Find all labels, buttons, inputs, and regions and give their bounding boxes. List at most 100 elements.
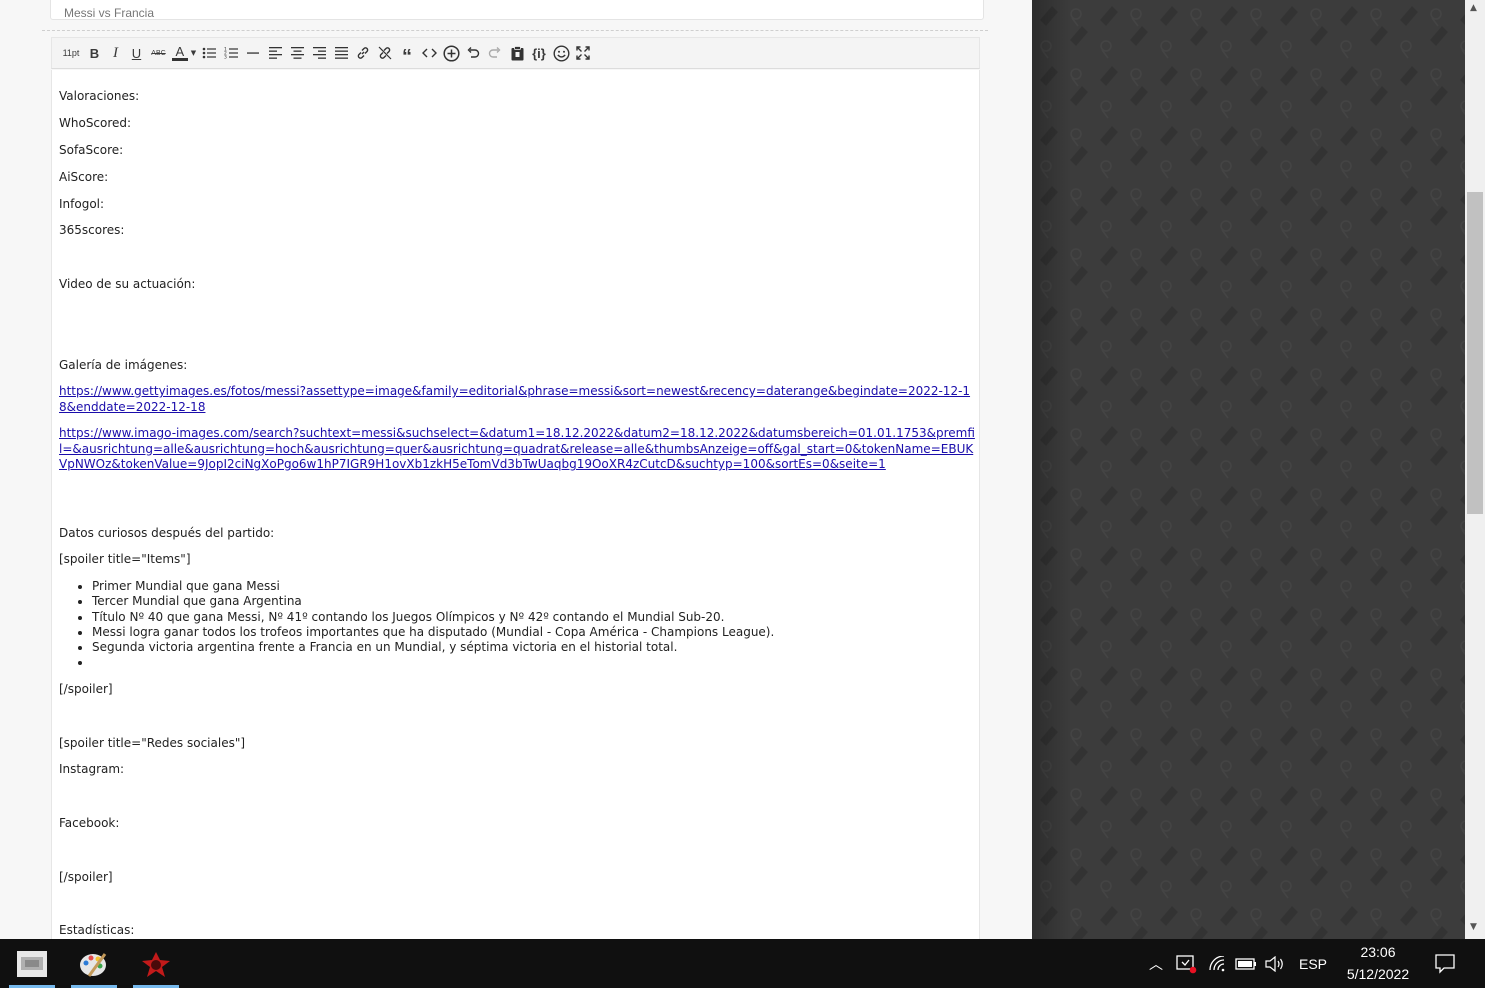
list-item: Primer Mundial que gana Messi bbox=[92, 579, 774, 594]
align-center-button[interactable] bbox=[286, 42, 308, 64]
galeria-label: Galería de imágenes: bbox=[59, 358, 188, 372]
background-pattern-panel bbox=[1032, 0, 1465, 939]
divider bbox=[42, 30, 988, 31]
scroll-thumb[interactable] bbox=[1467, 192, 1483, 514]
video-label: Video de su actuación: bbox=[59, 277, 196, 291]
scroll-down-arrow-icon[interactable]: ▼ bbox=[1470, 922, 1477, 932]
chevron-up-icon: ︿ bbox=[1149, 955, 1163, 972]
horizontal-rule-icon bbox=[247, 52, 259, 54]
shortcode-button[interactable]: {i} bbox=[528, 42, 550, 64]
fullscreen-button[interactable] bbox=[572, 42, 594, 64]
code-icon bbox=[421, 48, 437, 58]
list-item: Messi logra ganar todos los trofeos impo… bbox=[92, 625, 774, 640]
spoiler-close: [/spoiler] bbox=[59, 682, 113, 696]
redo-button[interactable] bbox=[484, 42, 506, 64]
valoraciones-label: Valoraciones: bbox=[59, 89, 140, 103]
estadisticas-label: Estadísticas: bbox=[59, 923, 135, 937]
plus-circle-icon bbox=[442, 44, 460, 62]
paint-app[interactable] bbox=[68, 939, 120, 988]
speaker-icon bbox=[1265, 955, 1283, 972]
action-center-button[interactable] bbox=[1432, 939, 1458, 988]
strikethrough-button[interactable]: ABC bbox=[147, 42, 170, 64]
justify-icon bbox=[334, 47, 348, 59]
whoscored-label: WhoScored: bbox=[59, 116, 132, 130]
link-icon bbox=[357, 47, 369, 59]
app-thumbnail-icon bbox=[17, 950, 47, 977]
sofascore-label: SofaScore: bbox=[59, 143, 124, 157]
monitor-alert-icon bbox=[1176, 954, 1197, 973]
align-right-icon bbox=[312, 47, 326, 59]
font-color-icon: A bbox=[171, 45, 188, 61]
justify-button[interactable] bbox=[330, 42, 352, 64]
align-right-button[interactable] bbox=[308, 42, 330, 64]
page-area: Messi vs Francia 11pt B I U ABC A ▼ 123 bbox=[0, 0, 1032, 939]
wifi-icon bbox=[1209, 955, 1225, 971]
editor-toolbar: 11pt B I U ABC A ▼ 123 “ {i} bbox=[51, 37, 980, 69]
facebook-label: Facebook: bbox=[59, 816, 120, 830]
post-title-input[interactable]: Messi vs Francia bbox=[50, 0, 984, 20]
underline-button[interactable]: U bbox=[126, 42, 147, 64]
datos-curiosos-label: Datos curiosos después del partido: bbox=[59, 526, 275, 540]
insert-more-button[interactable] bbox=[440, 42, 462, 64]
code-button[interactable] bbox=[418, 42, 440, 64]
palette-icon bbox=[80, 952, 107, 977]
expand-icon bbox=[576, 46, 590, 60]
curiosities-list: Primer Mundial que gana Messi Tercer Mun… bbox=[92, 579, 774, 671]
gettyimages-link[interactable]: https://www.gettyimages.es/fotos/messi?a… bbox=[59, 384, 977, 415]
instagram-label: Instagram: bbox=[59, 762, 125, 776]
svg-text:3: 3 bbox=[224, 55, 227, 61]
unlink-icon bbox=[378, 46, 392, 60]
list-item: Segunda victoria argentina frente a Fran… bbox=[92, 640, 774, 655]
paste-button[interactable] bbox=[506, 42, 528, 64]
unlink-button[interactable] bbox=[374, 42, 396, 64]
clipboard-icon bbox=[511, 45, 523, 60]
emoji-button[interactable] bbox=[550, 42, 572, 64]
chevron-down-icon: ▼ bbox=[190, 49, 197, 57]
show-hidden-icons-button[interactable]: ︿ bbox=[1146, 939, 1166, 988]
battery-button[interactable] bbox=[1234, 939, 1258, 988]
battery-icon bbox=[1235, 957, 1256, 970]
game-app[interactable] bbox=[130, 939, 182, 988]
wifi-button[interactable] bbox=[1206, 939, 1228, 988]
clock-time: 23:06 bbox=[1360, 944, 1396, 960]
clock-date: 5/12/2022 bbox=[1346, 966, 1410, 982]
spoiler-items-open: [spoiler title="Items"] bbox=[59, 552, 191, 566]
font-color-button[interactable]: A ▼ bbox=[170, 42, 198, 64]
numbered-list-button[interactable]: 123 bbox=[220, 42, 242, 64]
volume-button[interactable] bbox=[1263, 939, 1287, 988]
smiley-icon bbox=[552, 44, 570, 62]
align-left-button[interactable] bbox=[264, 42, 286, 64]
align-left-icon bbox=[268, 47, 282, 59]
bold-button[interactable]: B bbox=[84, 42, 105, 64]
pattern-background bbox=[1032, 0, 1465, 939]
undo-icon bbox=[467, 47, 480, 58]
font-size-button[interactable]: 11pt bbox=[58, 42, 84, 64]
spoiler-close: [/spoiler] bbox=[59, 870, 113, 884]
redo-icon bbox=[488, 47, 501, 58]
notification-icon bbox=[1435, 953, 1455, 974]
scroll-up-arrow-icon[interactable]: ▲ bbox=[1470, 3, 1477, 13]
quote-button[interactable]: “ bbox=[396, 42, 418, 68]
bullet-list-icon bbox=[202, 47, 216, 59]
file-explorer-app[interactable] bbox=[6, 939, 58, 988]
horizontal-rule-button[interactable] bbox=[242, 42, 264, 64]
list-item: Tercer Mundial que gana Argentina bbox=[92, 594, 774, 609]
imago-images-link[interactable]: https://www.imago-images.com/search?such… bbox=[59, 426, 977, 473]
bullet-list-button[interactable] bbox=[198, 42, 220, 64]
italic-button[interactable]: I bbox=[105, 42, 126, 64]
input-language-button[interactable]: ESP bbox=[1296, 939, 1330, 988]
list-item bbox=[92, 655, 774, 670]
align-center-icon bbox=[290, 47, 304, 59]
quote-icon: “ bbox=[402, 46, 412, 68]
braces-icon: {i} bbox=[532, 45, 546, 61]
insert-link-button[interactable] bbox=[352, 42, 374, 64]
clock[interactable]: 23:06 5/12/2022 bbox=[1338, 939, 1418, 988]
notification-app-icon[interactable] bbox=[1174, 939, 1198, 988]
editor-content[interactable]: Valoraciones: WhoScored: SofaScore: AiSc… bbox=[51, 70, 980, 939]
infogol-label: Infogol: bbox=[59, 197, 105, 211]
undo-button[interactable] bbox=[462, 42, 484, 64]
numbered-list-icon: 123 bbox=[224, 47, 238, 61]
365scores-label: 365scores: bbox=[59, 223, 125, 237]
list-item: Título Nº 40 que gana Messi, Nº 41º cont… bbox=[92, 610, 774, 625]
taskbar: ︿ ESP 23:06 5/12/2022 bbox=[0, 939, 1485, 988]
